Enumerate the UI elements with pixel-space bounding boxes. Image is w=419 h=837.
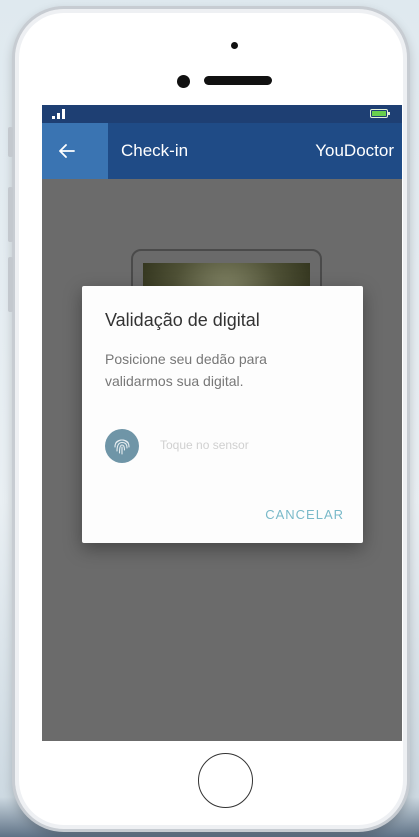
phone-screen: Check-in YouDoctor Validação de digital … [42, 105, 402, 741]
mute-switch [8, 127, 13, 157]
arrow-left-icon [59, 144, 75, 158]
dialog-title: Validação de digital [105, 310, 260, 330]
front-camera [231, 42, 238, 49]
screen-title: Check-in [121, 141, 189, 160]
battery-icon [370, 109, 390, 118]
app-bar: Check-in YouDoctor [42, 123, 402, 179]
back-button[interactable] [42, 123, 108, 179]
volume-down-button [8, 257, 13, 312]
earpiece-speaker [204, 76, 272, 85]
sensor-hint: Toque no sensor [160, 438, 249, 452]
fingerprint-dialog: Validação de digital Posicione seu dedão… [82, 286, 363, 543]
proximity-sensor [177, 75, 190, 88]
status-bar [42, 105, 402, 123]
dialog-message: Posicione seu dedão para validarmos sua … [105, 351, 267, 389]
fingerprint-icon [105, 429, 139, 463]
volume-up-button [8, 187, 13, 242]
signal-icon [52, 109, 65, 119]
cancel-button[interactable]: CANCELAR [265, 507, 344, 522]
brand-name: YouDoctor [315, 141, 394, 160]
home-button[interactable] [198, 753, 253, 808]
